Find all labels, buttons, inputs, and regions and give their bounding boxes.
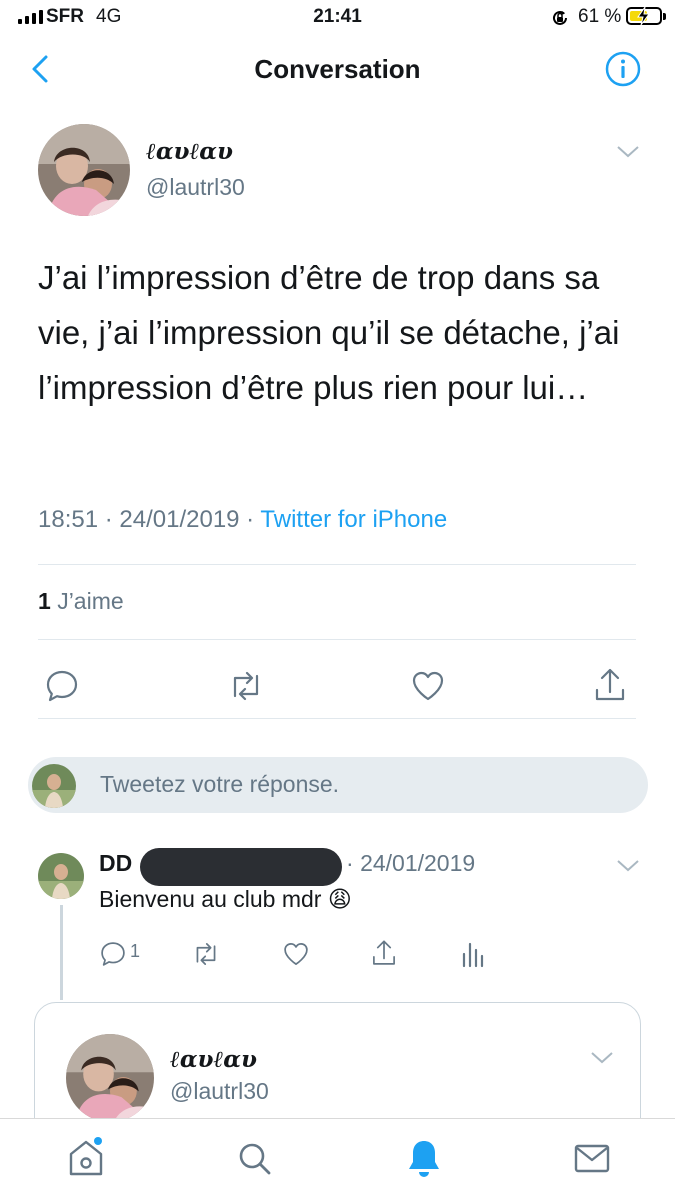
user-handle[interactable]: @lautrl30 xyxy=(146,174,245,201)
status-bar: SFR 4G 21:41 61 % xyxy=(0,0,675,34)
avatar xyxy=(66,1034,154,1122)
tweet-meta: 18:51 · 24/01/2019 · Twitter for iPhone xyxy=(38,506,448,533)
likes-stat[interactable]: 1 J’aime xyxy=(38,588,124,615)
avatar xyxy=(32,764,76,808)
analytics-icon[interactable] xyxy=(460,940,484,968)
avatar[interactable] xyxy=(38,124,130,216)
like-icon[interactable] xyxy=(282,940,310,968)
divider xyxy=(38,718,636,719)
notifications-icon[interactable] xyxy=(404,1137,444,1181)
retweet-icon[interactable] xyxy=(190,940,222,968)
thread-line xyxy=(60,905,63,1000)
tweet-time: 18:51 xyxy=(38,506,99,533)
messages-icon[interactable] xyxy=(572,1142,612,1176)
divider xyxy=(38,564,636,565)
chevron-down-icon[interactable] xyxy=(614,856,642,874)
tweet-text: J’ai l’impression d’être de trop dans sa… xyxy=(38,259,620,406)
reply-date: · 24/01/2019 xyxy=(346,850,476,876)
quoted-display-name: ℓαυℓαυ xyxy=(170,1046,257,1073)
retweet-icon[interactable] xyxy=(226,668,266,704)
battery-tip xyxy=(663,13,666,20)
avatar[interactable] xyxy=(38,853,84,899)
battery-percent: 61 % xyxy=(578,6,622,27)
chevron-down-icon[interactable] xyxy=(614,142,642,160)
reply-icon[interactable] xyxy=(44,668,80,704)
reply-text: Bienvenu au club mdr 😩 xyxy=(99,886,352,912)
share-icon[interactable] xyxy=(370,938,398,968)
quoted-handle: @lautrl30 xyxy=(170,1078,269,1104)
page-title: Conversation xyxy=(254,54,421,84)
like-icon[interactable] xyxy=(410,668,446,704)
likes-label: J’aime xyxy=(57,588,124,614)
rotation-lock-icon xyxy=(553,10,567,25)
charging-bolt-icon xyxy=(637,6,650,26)
reply-icon[interactable] xyxy=(99,940,127,968)
search-icon[interactable] xyxy=(236,1140,274,1178)
tweet-date: 24/01/2019 xyxy=(119,506,240,533)
likes-count: 1 xyxy=(38,588,51,614)
reply-date-value: 24/01/2019 xyxy=(360,850,476,876)
reply-display-name[interactable]: DD xyxy=(99,850,132,877)
display-name[interactable]: ℓαυℓαυ xyxy=(146,138,233,165)
share-icon[interactable] xyxy=(592,666,628,704)
tweet-source-link[interactable]: Twitter for iPhone xyxy=(260,506,447,533)
redacted-handle xyxy=(140,848,342,886)
status-time: 21:41 xyxy=(313,6,362,27)
chevron-down-icon[interactable] xyxy=(588,1048,616,1066)
home-icon[interactable] xyxy=(66,1136,106,1180)
reply-input-placeholder[interactable]: Tweetez votre réponse. xyxy=(100,771,339,798)
info-icon[interactable] xyxy=(604,50,642,88)
reply-count: 1 xyxy=(130,941,141,961)
divider xyxy=(38,639,636,640)
